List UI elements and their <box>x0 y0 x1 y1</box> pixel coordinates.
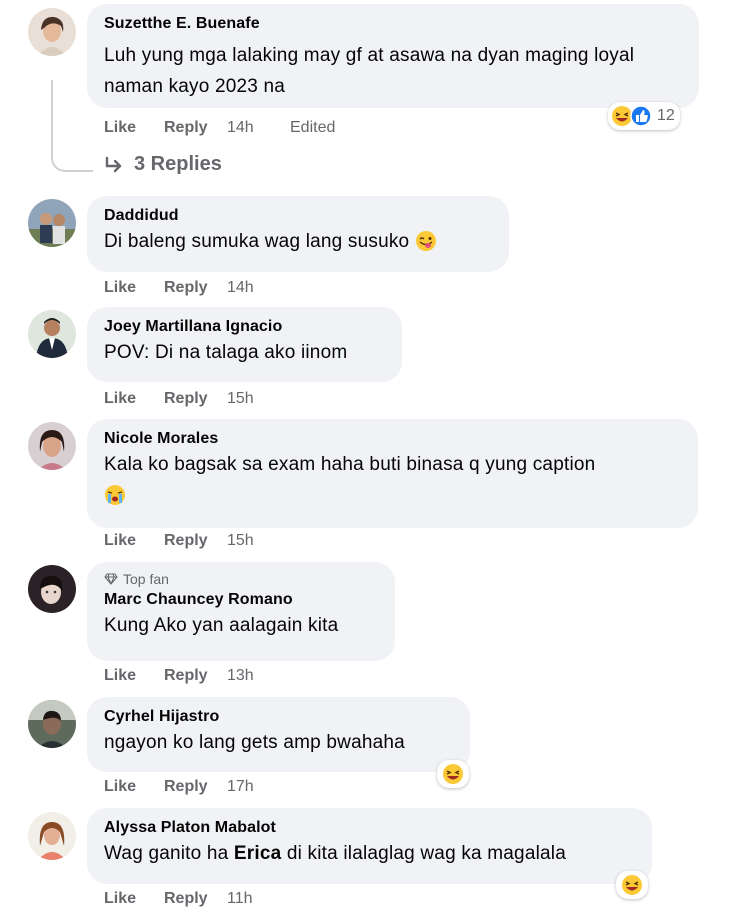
comment-text-line: Di baleng sumuka wag lang susuko <box>104 226 492 257</box>
like-button[interactable]: Like <box>104 118 164 138</box>
top-fan-label: Top fan <box>123 571 169 587</box>
diamond-icon <box>104 573 118 585</box>
comment-text: Kala ko bagsak sa exam haha buti binasa … <box>104 454 596 475</box>
timestamp[interactable]: 17h <box>227 777 282 797</box>
crying-emoji-icon <box>105 485 125 505</box>
reactions-summary[interactable] <box>616 871 648 899</box>
comment-bubble: Joey Martillana Ignacio POV: Di na talag… <box>87 307 402 382</box>
laughing-emoji-icon <box>622 875 642 895</box>
laughing-emoji-icon <box>443 764 463 784</box>
timestamp[interactable]: 13h <box>227 666 282 686</box>
timestamp[interactable]: 14h <box>227 278 282 298</box>
comment-text: ngayon ko lang gets amp bwahaha <box>104 732 405 753</box>
timestamp[interactable]: 15h <box>227 531 282 551</box>
comment-actions: Like Reply 14h Edited <box>104 118 335 138</box>
comment-bubble: Nicole Morales Kala ko bagsak sa exam ha… <box>87 419 698 528</box>
comment-text: Wag ganito ha Erica di kita ilalaglag wa… <box>104 838 635 869</box>
comment-text-part: Wag ganito ha <box>104 843 234 864</box>
comment-bubble: Alyssa Platon Mabalot Wag ganito ha Eric… <box>87 808 652 884</box>
mentioned-name[interactable]: Erica <box>234 843 281 864</box>
comment-bubble: Top fan Marc Chauncey Romano Kung Ako ya… <box>87 562 395 661</box>
reply-button[interactable]: Reply <box>164 389 227 409</box>
thread-line <box>51 80 93 172</box>
replies-label: 3 Replies <box>134 153 222 175</box>
commenter-name[interactable]: Nicole Morales <box>104 429 681 449</box>
like-button[interactable]: Like <box>104 777 164 797</box>
like-button[interactable]: Like <box>104 889 164 909</box>
reaction-count: 12 <box>657 107 675 124</box>
commenter-name[interactable]: Marc Chauncey Romano <box>104 590 378 610</box>
reply-button[interactable]: Reply <box>164 278 227 298</box>
comment-actions: Like Reply 13h <box>104 666 282 686</box>
comment-text: Di baleng sumuka wag lang susuko <box>104 231 410 252</box>
avatar[interactable] <box>28 812 76 860</box>
reply-button[interactable]: Reply <box>164 666 227 686</box>
avatar[interactable] <box>28 422 76 470</box>
commenter-name[interactable]: Joey Martillana Ignacio <box>104 317 385 337</box>
comment-text-line: Kala ko bagsak sa exam haha buti binasa … <box>104 449 681 511</box>
avatar[interactable] <box>28 700 76 748</box>
commenter-name[interactable]: Daddidud <box>104 206 492 226</box>
avatar[interactable] <box>28 565 76 613</box>
reply-button[interactable]: Reply <box>164 889 227 909</box>
tongue-wink-emoji-icon <box>415 231 436 251</box>
timestamp[interactable]: 11h <box>227 889 282 909</box>
comment-bubble: Cyrhel Hijastro ngayon ko lang gets amp … <box>87 697 470 772</box>
avatar[interactable] <box>28 199 76 247</box>
comment-bubble: Daddidud Di baleng sumuka wag lang susuk… <box>87 196 509 272</box>
comment-text: Kung Ako yan aalagain kita <box>104 615 339 636</box>
like-reaction-icon <box>630 105 652 127</box>
avatar[interactable] <box>28 310 76 358</box>
comment-bubble: Suzetthe E. Buenafe Luh yung mga lalakin… <box>87 4 699 108</box>
edited-label: Edited <box>290 119 336 136</box>
comment-text: POV: Di na talaga ako iinom <box>104 342 348 363</box>
comment-text: Luh yung mga lalaking may gf at asawa na… <box>104 45 635 97</box>
like-button[interactable]: Like <box>104 389 164 409</box>
comment-actions: Like Reply 15h <box>104 531 282 551</box>
like-button[interactable]: Like <box>104 666 164 686</box>
commenter-name[interactable]: Suzetthe E. Buenafe <box>104 14 682 34</box>
like-button[interactable]: Like <box>104 531 164 551</box>
top-fan-badge: Top fan <box>104 570 378 588</box>
comment-actions: Like Reply 15h <box>104 389 282 409</box>
reply-button[interactable]: Reply <box>164 118 227 138</box>
commenter-name[interactable]: Cyrhel Hijastro <box>104 707 453 727</box>
like-button[interactable]: Like <box>104 278 164 298</box>
timestamp[interactable]: 14h <box>227 118 282 138</box>
avatar[interactable] <box>28 8 76 56</box>
comment-actions: Like Reply 14h <box>104 278 282 298</box>
timestamp[interactable]: 15h <box>227 389 282 409</box>
reactions-summary[interactable] <box>437 760 469 788</box>
reactions-summary[interactable]: 12 <box>608 102 680 130</box>
comment-actions: Like Reply 11h <box>104 889 282 909</box>
reply-button[interactable]: Reply <box>164 777 227 797</box>
comment-text-part: di kita ilalaglag wag ka magalala <box>281 843 566 864</box>
view-replies-button[interactable]: 3 Replies <box>104 153 222 176</box>
reply-button[interactable]: Reply <box>164 531 227 551</box>
comment-actions: Like Reply 17h <box>104 777 282 797</box>
reply-arrow-icon <box>105 156 122 172</box>
commenter-name[interactable]: Alyssa Platon Mabalot <box>104 818 635 838</box>
